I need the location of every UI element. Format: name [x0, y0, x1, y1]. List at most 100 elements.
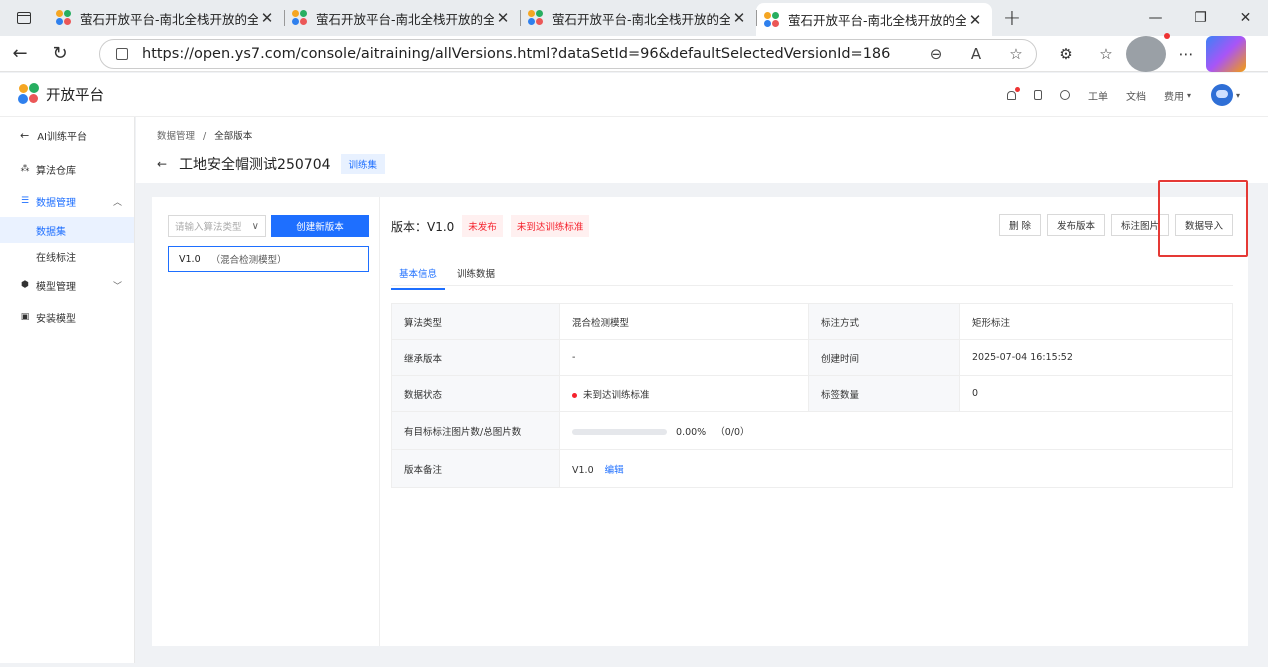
favorite-star-icon[interactable]: ☆ [996, 45, 1036, 63]
info-key: 标注方式 [808, 303, 960, 340]
browser-tab[interactable]: 萤石开放平台-南北全栈开放的全 ✕ [48, 3, 284, 33]
info-key: 标签数量 [808, 375, 960, 412]
chevron-down-icon: ﹀ [112, 281, 122, 292]
info-value: V1.0 编辑 [559, 449, 1233, 488]
publish-version-button[interactable]: 发布版本 [1047, 214, 1105, 236]
cube-icon: ⬢ [21, 280, 29, 290]
refresh-icon[interactable]: ↻ [40, 36, 80, 72]
sidebar-item-algorithm-repo[interactable]: ⁂ 算法仓库 [0, 153, 134, 185]
annotation-progress-bar [572, 429, 667, 435]
info-value: 0.00% （0/0） [559, 411, 1233, 450]
status-badge: 未发布 [462, 215, 503, 237]
breadcrumb-parent[interactable]: 数据管理 [157, 131, 195, 142]
annotation-highlight-box [1158, 180, 1248, 257]
notification-bell-icon[interactable] [1006, 86, 1020, 100]
sidebar-item-install-model[interactable]: ▣ 安装模型 [0, 301, 134, 333]
version-list-item[interactable]: V1.0 （混合检测模型） [168, 246, 369, 272]
page-title: 工地安全帽测试250704 [179, 157, 331, 173]
sidebar: ← AI训练平台 ⁂ 算法仓库 ☰ 数据管理 ︿ 数据集 在线标注 ⬢ 模型管理 ﹀ ▣ 安装… [0, 117, 135, 663]
mobile-icon[interactable] [1033, 90, 1042, 100]
sidebar-item-label: 算法仓库 [36, 165, 76, 177]
close-icon[interactable]: ✕ [730, 9, 748, 27]
chevron-up-icon: ︿ [112, 197, 122, 208]
ticket-link[interactable]: 工单 [1088, 88, 1108, 103]
close-icon[interactable]: ✕ [258, 9, 276, 27]
ezviz-favicon-icon [292, 10, 308, 26]
ezviz-favicon-icon [528, 10, 544, 26]
info-key: 继承版本 [391, 339, 560, 376]
browser-tab[interactable]: 萤石开放平台-南北全栈开放的全 ✕ [284, 3, 520, 33]
sidebar-subitem-dataset[interactable]: 数据集 [0, 217, 134, 243]
minimize-icon[interactable]: — [1133, 0, 1178, 36]
page-header: 数据管理 / 全部版本 ← 工地安全帽测试250704 训练集 [136, 117, 1268, 183]
ezviz-favicon-icon [764, 11, 780, 28]
back-arrow-icon[interactable]: ← [157, 157, 167, 171]
close-icon[interactable]: ✕ [494, 9, 512, 27]
zoom-icon[interactable]: ⊖ [916, 45, 956, 63]
table-row: 继承版本 - 创建时间 2025-07-04 16:15:52 [391, 339, 1233, 376]
avatar [1210, 84, 1233, 106]
window-close-icon[interactable]: ✕ [1223, 0, 1268, 36]
table-row: 算法类型 混合检测模型 标注方式 矩形标注 [391, 303, 1233, 340]
favorites-icon[interactable]: ☆ [1086, 36, 1126, 72]
address-bar-row: ← ↻ https://open.ys7.com/console/aitrain… [0, 33, 1268, 72]
browser-tab[interactable]: 萤石开放平台-南北全栈开放的全 ✕ [520, 3, 756, 33]
chevron-down-icon: ▾ [1186, 90, 1191, 100]
info-key: 数据状态 [391, 375, 560, 412]
chevron-down-icon: ▾ [1235, 90, 1240, 100]
close-icon[interactable]: ✕ [966, 11, 984, 29]
read-aloud-icon[interactable]: A [956, 45, 996, 63]
site-info-icon[interactable] [116, 48, 128, 60]
progress-count: （0/0） [715, 426, 750, 438]
browser-tab-bar: 萤石开放平台-南北全栈开放的全 ✕ 萤石开放平台-南北全栈开放的全 ✕ 萤石开放… [0, 0, 1268, 36]
new-tab-icon[interactable]: + [992, 0, 1032, 36]
edit-note-link[interactable]: 编辑 [605, 465, 624, 476]
tab-title: 萤石开放平台-南北全栈开放的全 [316, 11, 494, 27]
dataset-type-tag: 训练集 [340, 154, 386, 174]
more-icon[interactable]: ⋯ [1166, 36, 1206, 72]
status-text: 未到达训练标准 [583, 389, 650, 401]
compass-icon[interactable] [1059, 90, 1070, 100]
sidebar-item-data-management[interactable]: ☰ 数据管理 ︿ [0, 185, 134, 217]
info-value: - [559, 339, 809, 376]
billing-label: 费用 [1163, 91, 1184, 103]
algorithm-type-select[interactable]: 请输入算法类型 ∨ [168, 215, 266, 237]
back-icon[interactable]: ← [0, 36, 40, 72]
sidebar-item-label: 数据管理 [36, 197, 76, 209]
profile-icon[interactable] [1126, 33, 1170, 72]
info-value: 2025-07-04 16:15:52 [959, 339, 1233, 376]
extensions-icon[interactable]: ⚙ [1046, 36, 1086, 72]
box-icon: ▣ [20, 312, 30, 322]
delete-button[interactable]: 删 除 [999, 214, 1041, 236]
status-dot [572, 392, 577, 398]
version-number: V1.0 [179, 253, 201, 265]
list-icon: ☰ [20, 196, 30, 206]
restore-icon[interactable]: ❐ [1178, 0, 1223, 36]
create-version-button[interactable]: 创建新版本 [271, 215, 369, 237]
logo[interactable]: 开放平台 [18, 83, 104, 105]
table-row: 版本备注 V1.0 编辑 [391, 449, 1233, 488]
sidebar-back-label: AI训练平台 [37, 131, 88, 143]
user-menu[interactable]: ▾ [1210, 84, 1240, 106]
breadcrumb-current: 全部版本 [214, 131, 253, 142]
version-label: 版本：V1.0 [391, 219, 455, 234]
tab-title: 萤石开放平台-南北全栈开放的全 [80, 11, 258, 27]
browser-tab-active[interactable]: 萤石开放平台-南北全栈开放的全 ✕ [756, 3, 992, 36]
brand-name: 开放平台 [46, 87, 104, 104]
billing-dropdown[interactable]: 费用 ▾ [1164, 88, 1191, 103]
sidebar-item-model-management[interactable]: ⬢ 模型管理 ﹀ [0, 269, 134, 301]
sidebar-back-link[interactable]: ← AI训练平台 [0, 117, 134, 153]
table-row: 数据状态 未到达训练标准 标签数量 0 [391, 375, 1233, 412]
version-info-table: 算法类型 混合检测模型 标注方式 矩形标注 继承版本 - 创建时间 2025-0… [391, 303, 1233, 488]
url-bar[interactable]: https://open.ys7.com/console/aitraining/… [99, 39, 1037, 69]
info-key: 算法类型 [391, 303, 560, 340]
url-text[interactable]: https://open.ys7.com/console/aitraining/… [142, 46, 916, 62]
tab-actions-icon[interactable] [0, 0, 48, 36]
info-key: 创建时间 [808, 339, 960, 376]
breadcrumb-separator: / [203, 131, 207, 142]
sidebar-subitem-online-annotation[interactable]: 在线标注 [0, 243, 134, 269]
progress-percent: 0.00% [676, 426, 707, 438]
docs-link[interactable]: 文档 [1126, 88, 1146, 103]
copilot-icon[interactable] [1206, 36, 1246, 72]
breadcrumb: 数据管理 / 全部版本 [157, 128, 252, 142]
